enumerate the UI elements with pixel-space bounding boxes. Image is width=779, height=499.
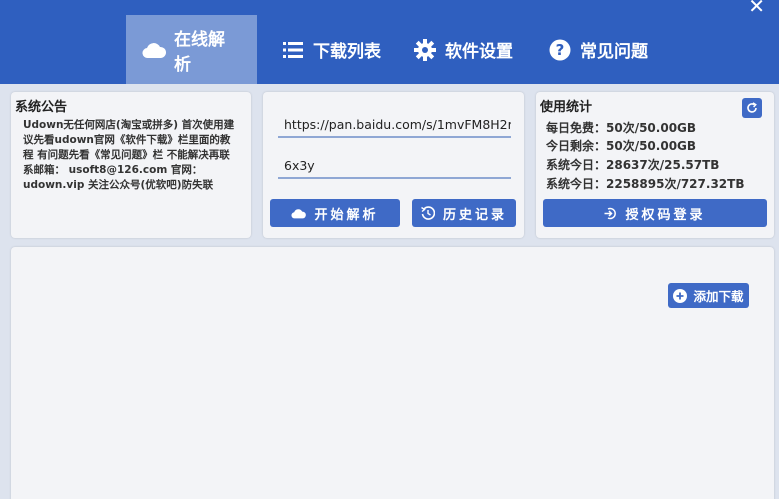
notice-panel: 系统公告 Udown无任何网店(淘宝或拼多) 首次使用建议先看udown官网《软… <box>11 92 251 238</box>
start-parse-button[interactable]: 开始解析 <box>270 199 400 227</box>
tab-label: 在线解析 <box>174 29 225 75</box>
history-icon <box>421 206 435 220</box>
add-download-label: 添加下载 <box>693 289 744 304</box>
cloud-icon <box>291 208 307 219</box>
top-navigation-bar: ✕ 在线解析 下载列表 软件设置 ? 常见问题 <box>0 0 779 84</box>
stats-title: 使用统计 <box>540 100 593 115</box>
stat-system-total: 系统今日：2258895次/727.32TB <box>546 177 745 191</box>
login-icon <box>604 207 617 220</box>
stat-daily-free: 每日免费：50次/50.00GB <box>546 121 697 135</box>
stat-system-today: 系统今日：28637次/25.57TB <box>546 158 720 172</box>
close-button[interactable]: ✕ <box>748 0 765 16</box>
question-icon: ? <box>548 38 572 62</box>
auth-code-login-button[interactable]: 授权码登录 <box>543 199 767 227</box>
tab-settings[interactable]: 软件设置 <box>413 15 513 84</box>
tab-faq[interactable]: ? 常见问题 <box>548 15 648 84</box>
cloud-icon <box>142 38 166 62</box>
tab-online-parse[interactable]: 在线解析 <box>126 15 257 84</box>
tab-label: 软件设置 <box>445 42 513 62</box>
parse-panel: 开始解析 历史记录 <box>263 92 524 238</box>
notice-text: Udown无任何网店(淘宝或拼多) 首次使用建议先看udown官网《软件下载》栏… <box>23 119 235 191</box>
share-url-input[interactable] <box>278 112 511 138</box>
history-button[interactable]: 历史记录 <box>412 199 516 227</box>
plus-circle-icon <box>673 288 688 303</box>
main-content: 系统公告 Udown无任何网店(淘宝或拼多) 首次使用建议先看udown官网《软… <box>0 84 779 499</box>
add-download-button[interactable]: 添加下载 <box>668 283 749 308</box>
tab-download-list[interactable]: 下载列表 <box>281 15 381 84</box>
extract-code-input[interactable] <box>278 153 511 179</box>
auth-code-login-label: 授权码登录 <box>625 207 706 223</box>
tab-label: 下载列表 <box>313 42 381 62</box>
usage-stats-panel: 使用统计 每日免费：50次/50.00GB 今日剩余：50次/50.00GB 系… <box>536 92 774 238</box>
svg-text:?: ? <box>556 41 565 59</box>
gear-icon <box>413 38 437 62</box>
refresh-icon <box>747 102 757 113</box>
start-parse-label: 开始解析 <box>314 207 379 223</box>
list-icon <box>281 38 305 62</box>
notice-title: 系统公告 <box>15 100 68 115</box>
history-label: 历史记录 <box>442 207 507 223</box>
tab-label: 常见问题 <box>580 42 648 62</box>
stat-today-left: 今日剩余：50次/50.00GB <box>546 139 697 153</box>
refresh-button[interactable] <box>742 98 762 118</box>
download-area <box>11 247 774 499</box>
